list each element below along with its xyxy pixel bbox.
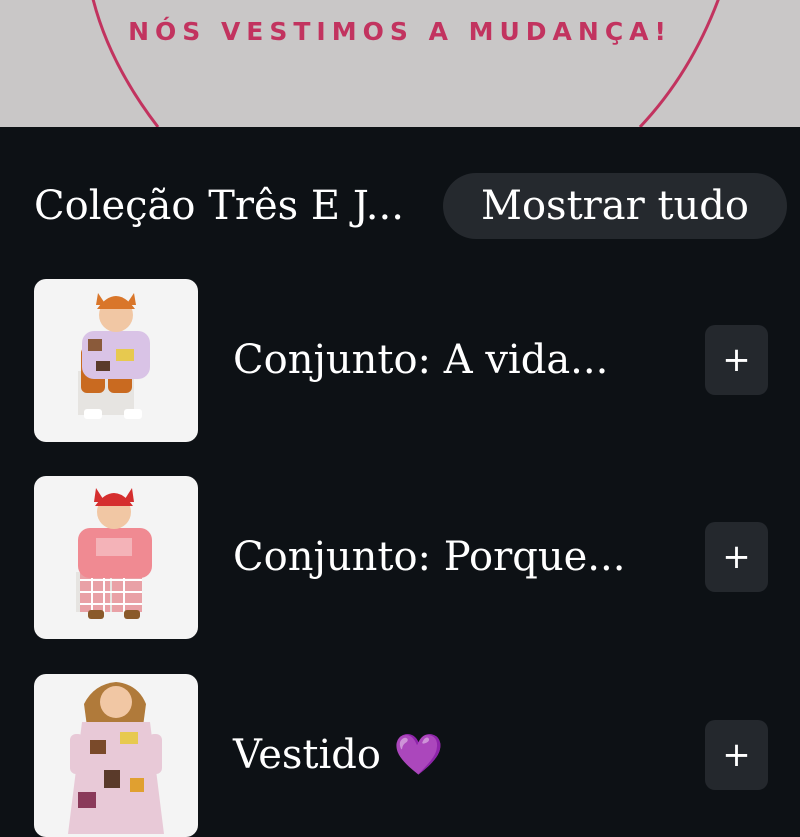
product-name[interactable]: Conjunto: A vida... [233, 336, 608, 384]
product-thumbnail[interactable] [34, 674, 198, 837]
add-to-cart-button[interactable]: + [705, 522, 768, 592]
brand-banner: NÓS VESTIMOS A MUDANÇA! [0, 0, 800, 127]
collection-panel: Coleção Três E J... Mostrar tudo Conjunt… [0, 127, 800, 837]
collection-title: Coleção Três E J... [34, 183, 404, 229]
add-to-cart-button[interactable]: + [705, 720, 768, 790]
product-thumbnail[interactable] [34, 476, 198, 639]
product-name[interactable]: Vestido 💜 [233, 731, 444, 779]
brand-tagline: NÓS VESTIMOS A MUDANÇA! [128, 17, 672, 46]
product-list-item[interactable]: Conjunto: A vida... + [0, 279, 800, 442]
show-all-button[interactable]: Mostrar tudo [443, 173, 787, 239]
product-name[interactable]: Conjunto: Porque... [233, 533, 625, 581]
product-thumbnail[interactable] [34, 279, 198, 442]
product-list-item[interactable]: Conjunto: Porque... + [0, 476, 800, 639]
product-list-item[interactable]: Vestido 💜 + [0, 674, 800, 837]
add-to-cart-button[interactable]: + [705, 325, 768, 395]
